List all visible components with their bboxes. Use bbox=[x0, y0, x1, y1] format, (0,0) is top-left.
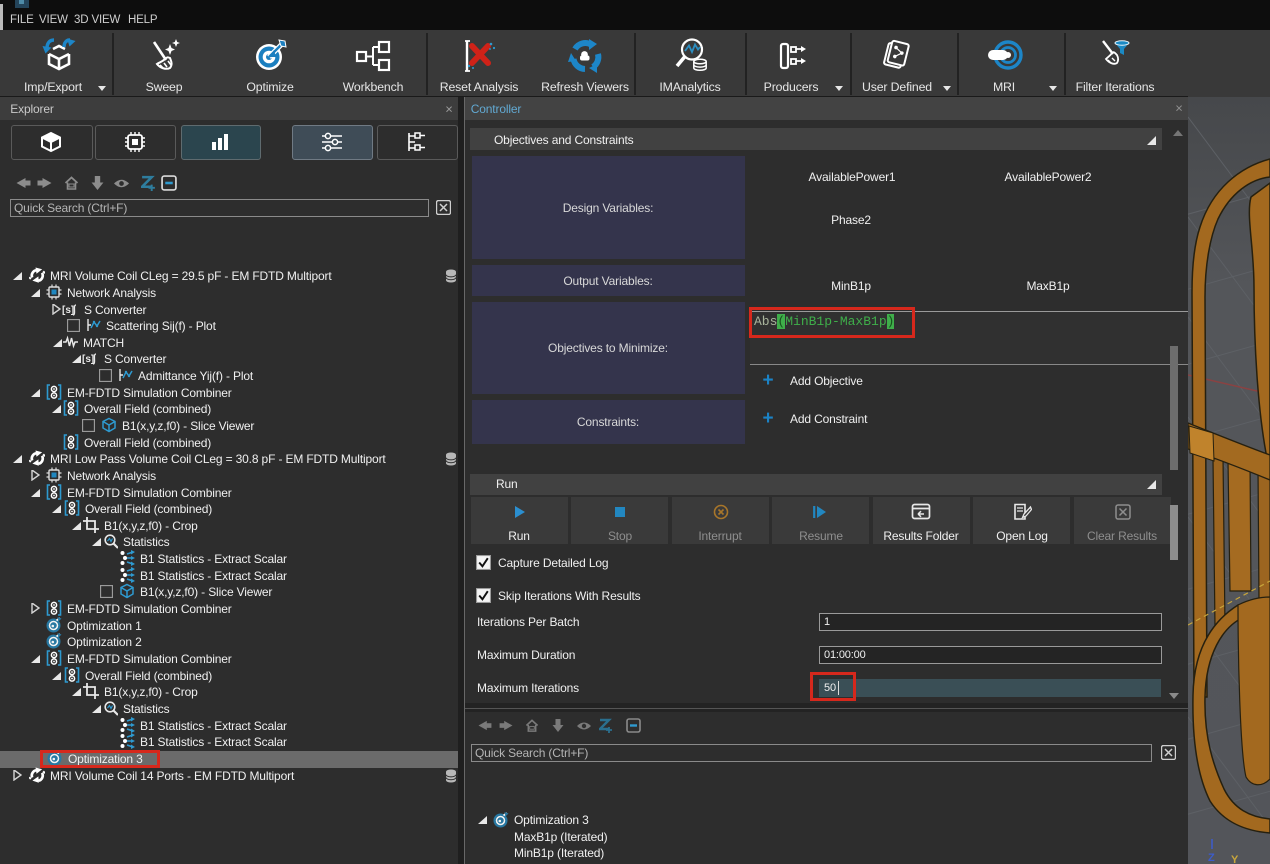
svg-text:Z: Z bbox=[1208, 852, 1215, 864]
svg-text:Y: Y bbox=[1231, 854, 1239, 864]
